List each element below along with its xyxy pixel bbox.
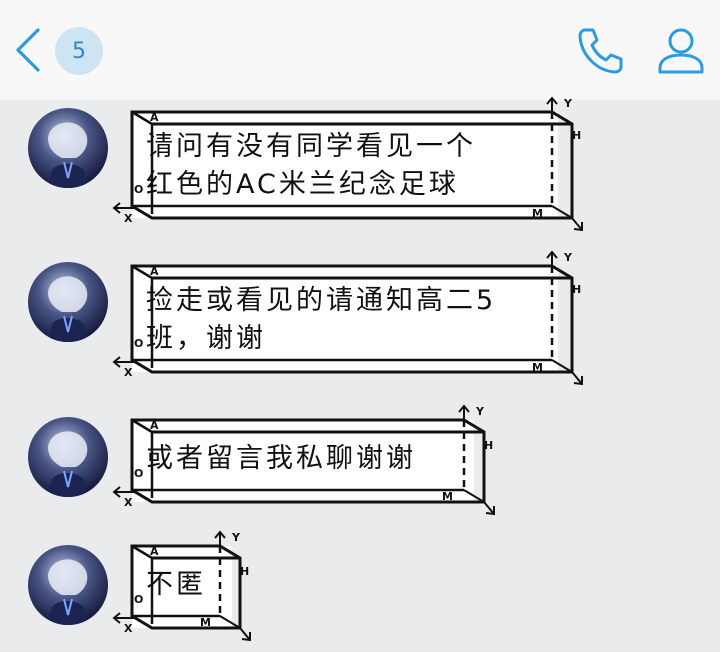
label-o: O: [134, 337, 144, 350]
message-line: 请问有没有同学看见一个: [146, 131, 476, 162]
label-h: H: [572, 283, 582, 296]
label-o: O: [134, 467, 144, 480]
label-y: Y: [232, 531, 240, 544]
avatar-image: [28, 262, 108, 342]
label-x: X: [124, 496, 133, 509]
phone-icon[interactable]: [575, 24, 627, 76]
message-bubble[interactable]: A O X Y H M 不匿: [112, 530, 265, 642]
label-m: M: [532, 361, 543, 374]
label-a: A: [150, 265, 159, 278]
label-h: H: [572, 129, 582, 142]
label-y: Y: [564, 97, 572, 110]
label-y: Y: [564, 251, 572, 264]
label-x: X: [124, 366, 133, 379]
label-a: A: [150, 545, 159, 558]
message-line: 不匿: [146, 569, 206, 600]
message-line: 或者留言我私聊谢谢: [146, 443, 416, 474]
label-o: O: [134, 593, 144, 606]
label-h: H: [240, 565, 250, 578]
message-bubble[interactable]: A O X Y H M 捡走或看见的请通知高二5 班，谢谢: [112, 250, 590, 387]
label-m: M: [532, 207, 543, 220]
label-a: A: [150, 111, 159, 124]
label-h: H: [484, 439, 494, 452]
message-line: 班，谢谢: [146, 323, 266, 354]
label-y: Y: [476, 405, 484, 418]
avatar[interactable]: [28, 545, 108, 625]
message-line: 红色的AC米兰纪念足球: [146, 169, 459, 200]
label-o: O: [134, 183, 144, 196]
avatar[interactable]: [28, 417, 108, 497]
unread-count-badge[interactable]: 5: [55, 27, 103, 75]
profile-icon[interactable]: [655, 24, 707, 76]
label-x: X: [124, 622, 133, 635]
top-bar: 5: [0, 0, 720, 100]
back-arrow-icon[interactable]: [10, 26, 44, 74]
avatar[interactable]: [28, 262, 108, 342]
avatar-image: [28, 417, 108, 497]
label-m: M: [200, 616, 211, 629]
avatar-image: [28, 545, 108, 625]
label-x: X: [124, 212, 133, 225]
label-a: A: [150, 419, 159, 432]
message-line: 捡走或看见的请通知高二5: [146, 285, 497, 316]
message-bubble[interactable]: A O X Y H M 请问有没有同学看见一个 红色的AC米兰纪念足球: [112, 96, 590, 233]
avatar-image: [28, 108, 108, 188]
message-bubble[interactable]: A O X Y H M 或者留言我私聊谢谢: [112, 404, 505, 516]
avatar[interactable]: [28, 108, 108, 188]
label-m: M: [442, 490, 453, 503]
